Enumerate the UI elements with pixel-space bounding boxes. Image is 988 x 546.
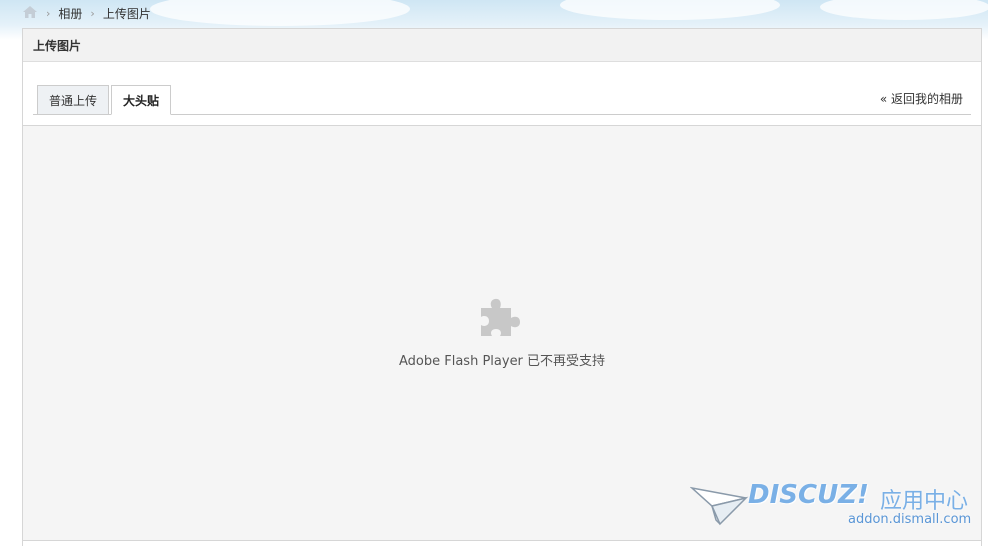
breadcrumb: › 相册 › 上传图片 bbox=[22, 4, 151, 22]
breadcrumb-item-upload: 上传图片 bbox=[102, 6, 151, 21]
puzzle-piece-icon bbox=[480, 298, 520, 336]
flash-plugin-area: Adobe Flash Player 已不再受支持 bbox=[23, 125, 981, 541]
tab-bar: 普通上传 大头贴 « 返回我的相册 bbox=[33, 82, 971, 115]
home-icon[interactable] bbox=[22, 5, 38, 22]
tab-normal-upload[interactable]: 普通上传 bbox=[37, 85, 110, 115]
breadcrumb-item-album[interactable]: 相册 bbox=[58, 5, 82, 22]
breadcrumb-separator: › bbox=[46, 6, 51, 20]
flash-unsupported-message: Adobe Flash Player 已不再受支持 bbox=[399, 354, 606, 369]
watermark-app-center: 应用中心 bbox=[880, 489, 969, 514]
upload-panel: 上传图片 普通上传 大头贴 « 返回我的相册 Adobe Flash Playe… bbox=[22, 28, 982, 546]
watermark-url: addon.dismall.com bbox=[848, 512, 972, 527]
flash-unsupported-notice: Adobe Flash Player 已不再受支持 bbox=[399, 294, 606, 369]
discuz-watermark: DISCUZ! 应用中心 addon.dismall.com bbox=[690, 480, 975, 534]
cloud-decoration bbox=[560, 0, 780, 20]
tab-photo-booth[interactable]: 大头贴 bbox=[111, 85, 172, 115]
panel-title: 上传图片 bbox=[23, 29, 981, 62]
cloud-decoration bbox=[820, 0, 988, 20]
watermark-brand: DISCUZ! bbox=[748, 480, 869, 510]
paper-plane-icon bbox=[690, 486, 749, 526]
cloud-decoration bbox=[150, 0, 410, 26]
breadcrumb-separator: › bbox=[90, 6, 95, 20]
back-to-album-link[interactable]: « 返回我的相册 bbox=[880, 90, 963, 107]
